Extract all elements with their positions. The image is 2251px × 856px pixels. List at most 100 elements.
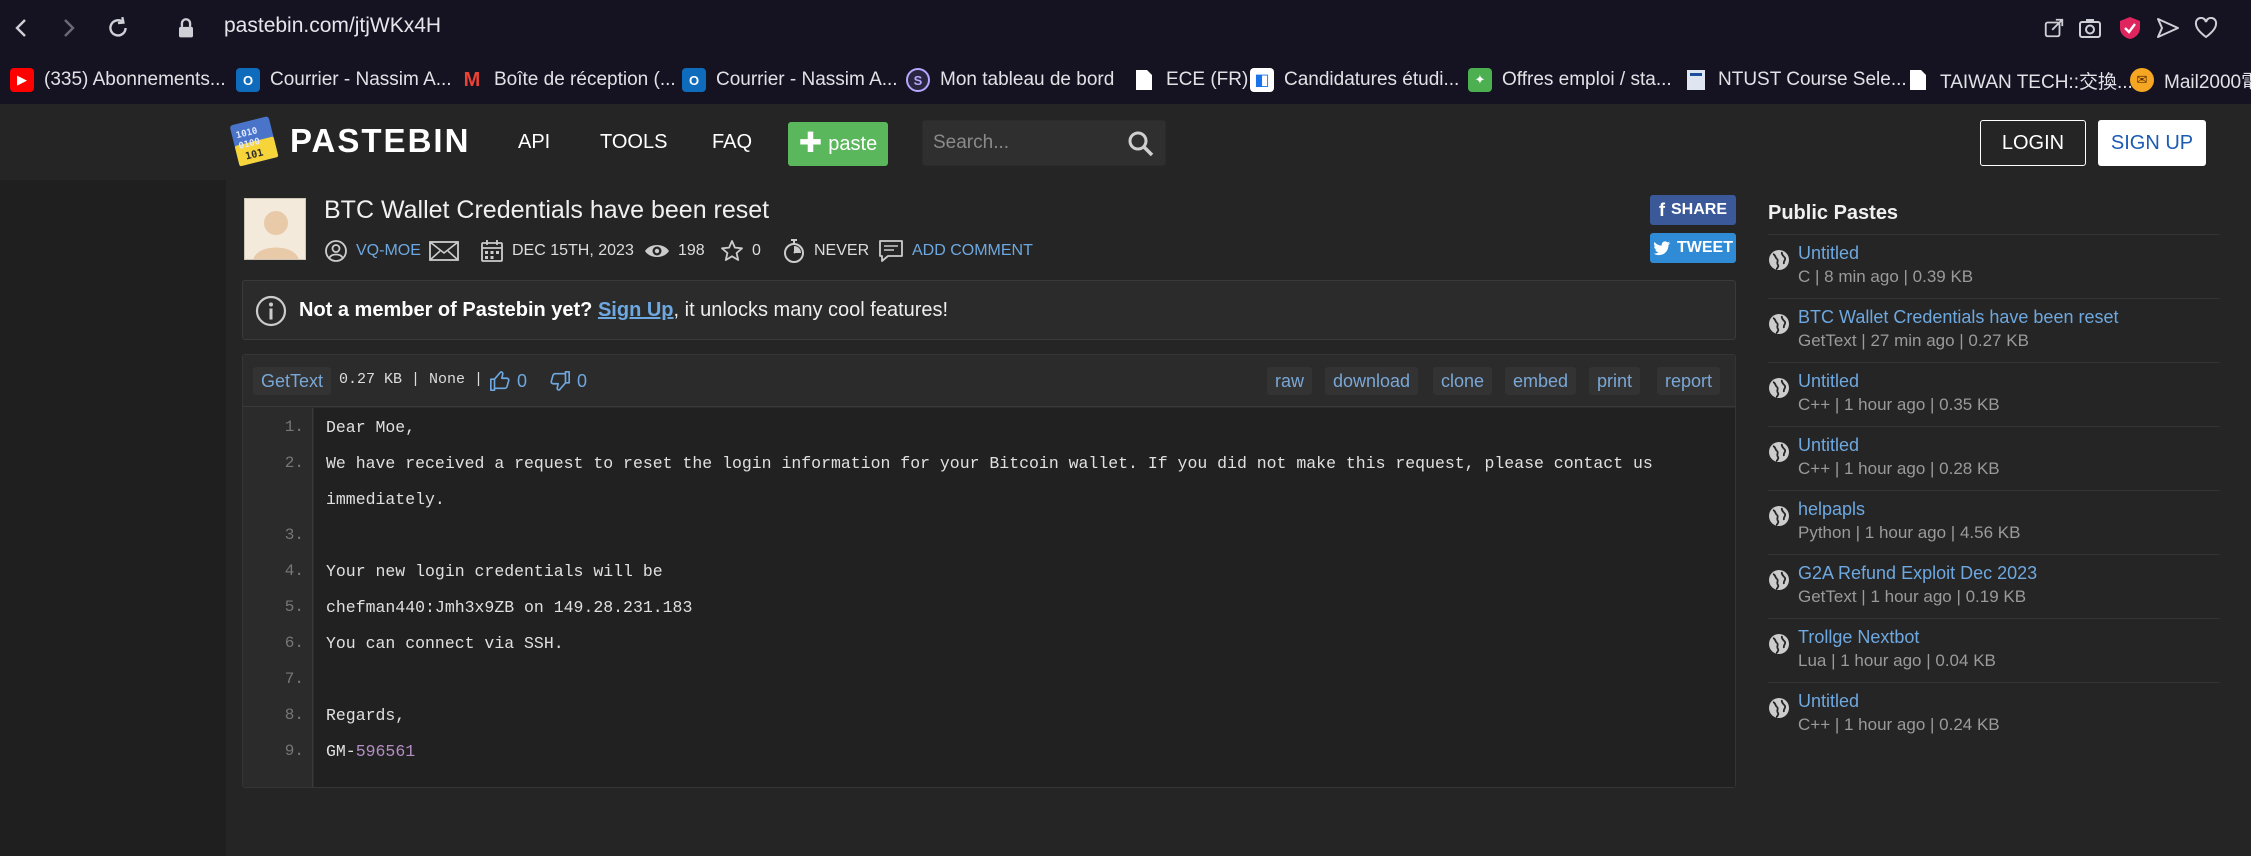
reload-icon[interactable] [100,10,136,46]
code-line: GM-596561 [326,742,415,761]
line-number: 4. [284,562,304,580]
public-paste-item[interactable]: Untitled C | 8 min ago | 0.39 KB [1768,234,2220,298]
like-button[interactable]: 0 [489,367,527,395]
search-input[interactable] [933,129,1123,157]
dislikes-count: 0 [577,370,588,391]
bookmark-item[interactable]: ✉ Mail2000電 [2130,66,2251,94]
line-number: 6. [284,634,304,652]
bookmark-label: NTUST Course Sele... [1718,69,1907,90]
paste-views: 198 [644,236,705,266]
globe-icon [1769,378,1789,398]
lock-icon[interactable] [172,14,200,42]
pastebin-logo-icon[interactable]: 1010 0100 101 [226,112,284,170]
nav-api[interactable]: API [518,131,550,154]
send-icon[interactable] [2154,14,2182,42]
nav-faq[interactable]: FAQ [712,131,752,154]
login-button[interactable]: LOGIN [1980,120,2086,166]
public-paste-item[interactable]: Untitled C++ | 1 hour ago | 0.24 KB [1768,682,2220,746]
paste-item-title[interactable]: BTC Wallet Credentials have been reset [1798,307,2118,328]
page-icon [1684,68,1708,92]
paste-date: DEC 15TH, 2023 [480,236,634,266]
line-number: 7. [284,670,304,688]
site-logo-text[interactable]: PASTEBIN [290,122,470,160]
bookmark-item[interactable]: M Boîte de réception (... [460,66,676,94]
bookmark-item[interactable]: S Mon tableau de bord [906,66,1114,94]
syntax-language[interactable]: GetText [253,367,332,395]
globe-icon [1769,314,1789,334]
paste-item-meta: C | 8 min ago | 0.39 KB [1798,267,1974,286]
bookmark-item[interactable]: O Courrier - Nassim A... [236,66,452,94]
public-paste-item[interactable]: Untitled C++ | 1 hour ago | 0.35 KB [1768,362,2220,426]
report-button[interactable]: report [1657,367,1721,395]
paste-item-title[interactable]: Trollge Nextbot [1798,627,1919,648]
address-bar[interactable]: pastebin.com/jtjWKx4H [224,14,441,38]
bookmark-label: ECE (FR) [1166,69,1249,90]
globe-icon [1769,698,1789,718]
public-paste-item[interactable]: Untitled C++ | 1 hour ago | 0.28 KB [1768,426,2220,490]
paste-item-title[interactable]: Untitled [1798,435,1859,456]
message-icon[interactable] [428,240,459,262]
public-paste-item[interactable]: BTC Wallet Credentials have been reset G… [1768,298,2220,362]
avatar[interactable] [244,198,306,260]
bookmark-item[interactable]: ✦ Offres emploi / sta... [1468,66,1672,94]
bookmark-item[interactable]: ◧ Candidatures étudi... [1250,66,1459,94]
signup-button[interactable]: SIGN UP [2098,120,2206,166]
code-content[interactable]: Dear Moe, We have received a request to … [314,408,1735,787]
add-comment-link[interactable]: ADD COMMENT [912,242,1033,260]
print-button[interactable]: print [1589,367,1641,395]
facebook-share-button[interactable]: f SHARE [1650,195,1736,225]
tweet-label: TWEET [1677,239,1733,256]
bookmark-label: Boîte de réception (... [494,69,676,90]
paste-item-title[interactable]: Untitled [1798,691,1859,712]
bookmark-item[interactable]: TAIWAN TECH::交換... [1906,66,2133,94]
raw-button[interactable]: raw [1267,367,1313,395]
clone-button[interactable]: clone [1433,367,1493,395]
bookmark-item[interactable]: ▶ (335) Abonnements... [10,66,226,94]
adblock-shield-icon[interactable] [2116,14,2144,42]
public-paste-item[interactable]: helpapls Python | 1 hour ago | 4.56 KB [1768,490,2220,554]
timer-icon [784,239,804,263]
dislike-button[interactable]: 0 [549,367,587,395]
paste-author[interactable]: VQ-MOE [324,236,459,266]
mail2000-icon: ✉ [2130,68,2154,92]
download-button[interactable]: download [1325,367,1419,395]
search-box [922,120,1166,166]
code-line: Regards, [326,706,406,725]
paste-item-title[interactable]: Untitled [1798,243,1859,264]
globe-icon [1769,634,1789,654]
paste-item-title[interactable]: Untitled [1798,371,1859,392]
youtube-icon: ▶ [10,68,34,92]
eye-icon [645,245,669,257]
line-number: 2. [284,454,304,472]
new-paste-button[interactable]: ✚ paste [788,122,888,166]
author-link[interactable]: VQ-MOE [356,242,421,260]
nav-tools[interactable]: TOOLS [600,131,667,154]
add-comment[interactable]: ADD COMMENT [878,236,1033,266]
embed-button[interactable]: embed [1505,367,1577,395]
line-numbers: 1. 2. 3. 4. 5. 6. 7. 8. 9. [243,408,313,787]
search-icon[interactable] [1127,130,1155,158]
outlook-icon: O [682,68,706,92]
code-line: You can connect via SSH. [326,634,564,653]
twitter-tweet-button[interactable]: TWEET [1650,233,1736,263]
notice-signup-link[interactable]: Sign Up [598,299,674,321]
share-label: SHARE [1670,201,1727,218]
paste-stars[interactable]: 0 [720,236,761,266]
paste-item-title[interactable]: helpapls [1798,499,1865,520]
heart-icon[interactable] [2192,14,2220,42]
bookmark-item[interactable]: O Courrier - Nassim A... [682,66,898,94]
forward-icon[interactable] [50,10,86,46]
twitter-icon [1653,240,1671,255]
bookmark-label: Mail2000電 [2164,71,2251,93]
bookmark-label: TAIWAN TECH::交換... [1940,71,2133,93]
share-page-icon[interactable] [2040,14,2068,42]
back-icon[interactable] [4,10,40,46]
notice-rest: , it unlocks many cool features! [673,299,949,321]
camera-icon[interactable] [2076,14,2104,42]
paste-item-title[interactable]: G2A Refund Exploit Dec 2023 [1798,563,2037,584]
public-paste-item[interactable]: Trollge Nextbot Lua | 1 hour ago | 0.04 … [1768,618,2220,682]
public-paste-item[interactable]: G2A Refund Exploit Dec 2023 GetText | 1 … [1768,554,2220,618]
comment-icon [879,240,903,262]
bookmark-item[interactable]: NTUST Course Sele... [1684,66,1907,94]
bookmark-item[interactable]: ECE (FR) [1132,66,1248,94]
